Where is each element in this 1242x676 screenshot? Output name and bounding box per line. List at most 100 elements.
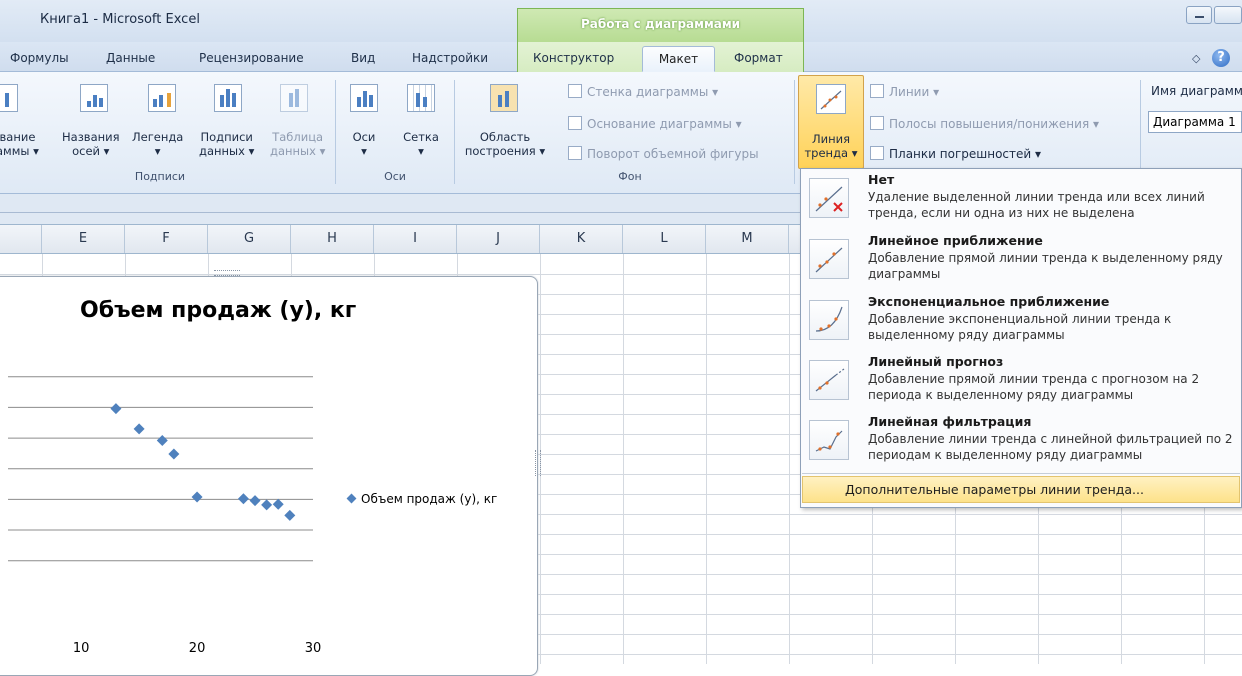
data-labels-button[interactable]: Подписи данных ▾ <box>199 130 254 158</box>
background-group-label: Фон <box>618 170 642 183</box>
data-table-label-1: Таблица <box>272 130 324 144</box>
data-point[interactable] <box>249 495 261 507</box>
data-point[interactable] <box>191 491 203 503</box>
tab-addins[interactable]: Надстройки <box>412 51 488 65</box>
data-table-button[interactable]: Таблица данных ▾ <box>270 130 325 158</box>
trendline-label-1: Линия <box>811 132 851 146</box>
column-header-h[interactable]: H <box>291 225 374 253</box>
column-header-e[interactable]: E <box>42 225 125 253</box>
tab-layout[interactable]: Макет <box>642 46 715 72</box>
help-icon[interactable]: ? <box>1212 49 1230 67</box>
column-header-j[interactable]: J <box>457 225 540 253</box>
chart-floor-button[interactable]: Основание диаграммы ▾ <box>568 116 742 131</box>
menu-item-title: Линейное приближение <box>868 233 1043 248</box>
axes-icon <box>350 84 378 112</box>
chart-resize-handle-top[interactable] <box>214 270 240 276</box>
menu-item-description: Удаление выделенной линии тренда или все… <box>868 190 1205 220</box>
chart-name-input[interactable]: Диаграмма 1 <box>1148 111 1242 133</box>
error-bars-button[interactable]: Планки погрешностей ▾ <box>870 146 1041 161</box>
tab-design[interactable]: Конструктор <box>533 51 614 65</box>
trendline-menu-item-exponential[interactable]: Экспоненциальное приближение Добавление … <box>809 294 1239 350</box>
more-trendline-options-item[interactable]: Дополнительные параметры линии тренда... <box>802 476 1240 503</box>
column-header-g[interactable]: G <box>208 225 291 253</box>
chart-floor-label: Основание диаграммы ▾ <box>587 117 742 131</box>
chart-resize-handle-right[interactable] <box>535 450 541 476</box>
menu-item-title: Линейная фильтрация <box>868 414 1032 429</box>
chart-name-label: Имя диаграммы <box>1151 84 1242 98</box>
minimize-ribbon-icon[interactable]: ◇ <box>1192 52 1200 65</box>
menu-item-title: Экспоненциальное приближение <box>868 294 1110 309</box>
trendline-none-icon <box>809 178 849 218</box>
tab-view[interactable]: Вид <box>351 51 375 65</box>
gridlines-button[interactable]: Сетка ▾ <box>400 130 442 158</box>
tab-formulas[interactable]: Формулы <box>10 51 69 65</box>
chart-title-label-1: вание <box>0 130 36 144</box>
trendline-button[interactable]: Линия тренда ▾ <box>798 75 864 169</box>
lines-button[interactable]: Линии ▾ <box>870 84 939 99</box>
plot-area-button[interactable]: Область построения ▾ <box>462 130 548 158</box>
trendline-icon <box>816 84 846 114</box>
data-point[interactable] <box>284 509 296 521</box>
grid-line <box>623 254 624 664</box>
tab-layout-label: Макет <box>658 52 699 66</box>
chart-title[interactable]: Объем продаж (у), кг <box>80 298 356 323</box>
data-point[interactable] <box>133 423 145 435</box>
chart-wall-label: Стенка диаграммы ▾ <box>587 85 719 99</box>
trendline-menu-item-moving-average[interactable]: Линейная фильтрация Добавление линии тре… <box>809 414 1239 470</box>
chart-title-button[interactable]: вание аммы ▾ <box>0 130 39 158</box>
menu-item-description: Добавление линии тренда с линейной фильт… <box>868 432 1233 462</box>
data-table-icon <box>280 84 308 112</box>
column-header-i[interactable]: I <box>374 225 457 253</box>
trendline-menu-item-forecast[interactable]: Линейный прогноз Добавление прямой линии… <box>809 354 1239 410</box>
tab-data[interactable]: Данные <box>106 51 155 65</box>
axes-group-label: Оси <box>384 170 406 183</box>
data-point[interactable] <box>261 499 273 511</box>
data-point[interactable] <box>237 493 249 505</box>
column-header-f[interactable]: F <box>125 225 208 253</box>
gridlines-label-2: ▾ <box>418 144 424 158</box>
tab-format[interactable]: Формат <box>734 51 783 65</box>
updown-bars-label: Полосы повышения/понижения ▾ <box>889 117 1099 131</box>
trendline-menu-item-none[interactable]: Нет Удаление выделенной линии тренда или… <box>809 172 1239 228</box>
column-header-m[interactable]: M <box>706 225 789 253</box>
restore-window-button[interactable] <box>1214 6 1242 24</box>
legend-label-2: ▾ <box>154 144 161 158</box>
chart-wall-button[interactable]: Стенка диаграммы ▾ <box>568 84 718 99</box>
chart-floor-icon <box>568 116 582 130</box>
column-header-l[interactable]: L <box>623 225 706 253</box>
updown-bars-button[interactable]: Полосы повышения/понижения ▾ <box>870 116 1099 131</box>
chart-legend[interactable]: Объем продаж (у), кг <box>346 492 497 506</box>
tab-review[interactable]: Рецензирование <box>199 51 304 65</box>
trendline-linear-icon <box>809 239 849 279</box>
x-tick-label: 30 <box>305 641 322 656</box>
column-header-blank[interactable] <box>0 225 42 253</box>
lines-label: Линии ▾ <box>889 85 940 99</box>
axis-titles-button[interactable]: Названия осей ▾ <box>62 130 120 158</box>
data-labels-label-2: данных ▾ <box>199 144 255 158</box>
minimize-window-button[interactable] <box>1186 6 1212 24</box>
column-header-k[interactable]: K <box>540 225 623 253</box>
data-point[interactable] <box>272 498 284 510</box>
menu-separator <box>802 473 1240 474</box>
3d-rotation-button[interactable]: Поворот объемной фигуры <box>568 146 759 161</box>
plot-area-label-2: построения ▾ <box>464 144 546 158</box>
trendline-forecast-icon <box>809 360 849 400</box>
scatter-plot-area[interactable]: 10 20 30 <box>0 340 340 664</box>
minimize-icon <box>1195 16 1204 18</box>
data-point[interactable] <box>156 435 168 447</box>
trendline-menu-item-linear[interactable]: Линейное приближение Добавление прямой л… <box>809 233 1239 289</box>
trendline-label-2: тренда ▾ <box>804 146 858 160</box>
x-tick-label: 20 <box>189 641 206 656</box>
legend-button[interactable]: Легенда ▾ <box>132 130 183 158</box>
axes-button[interactable]: Оси ▾ <box>351 130 377 158</box>
chart-wall-icon <box>568 84 582 98</box>
data-point[interactable] <box>110 403 122 415</box>
ribbon-tab-row <box>0 42 1242 72</box>
data-labels-label-1: Подписи <box>200 130 253 144</box>
menu-item-description: Добавление прямой линии тренда к выделен… <box>868 251 1223 281</box>
plot-area-label-1: Область <box>479 130 531 144</box>
data-point[interactable] <box>168 448 180 460</box>
data-table-label-2: данных ▾ <box>270 144 326 158</box>
group-separator <box>335 80 336 184</box>
chart-tools-label: Работа с диаграммами <box>580 17 741 31</box>
